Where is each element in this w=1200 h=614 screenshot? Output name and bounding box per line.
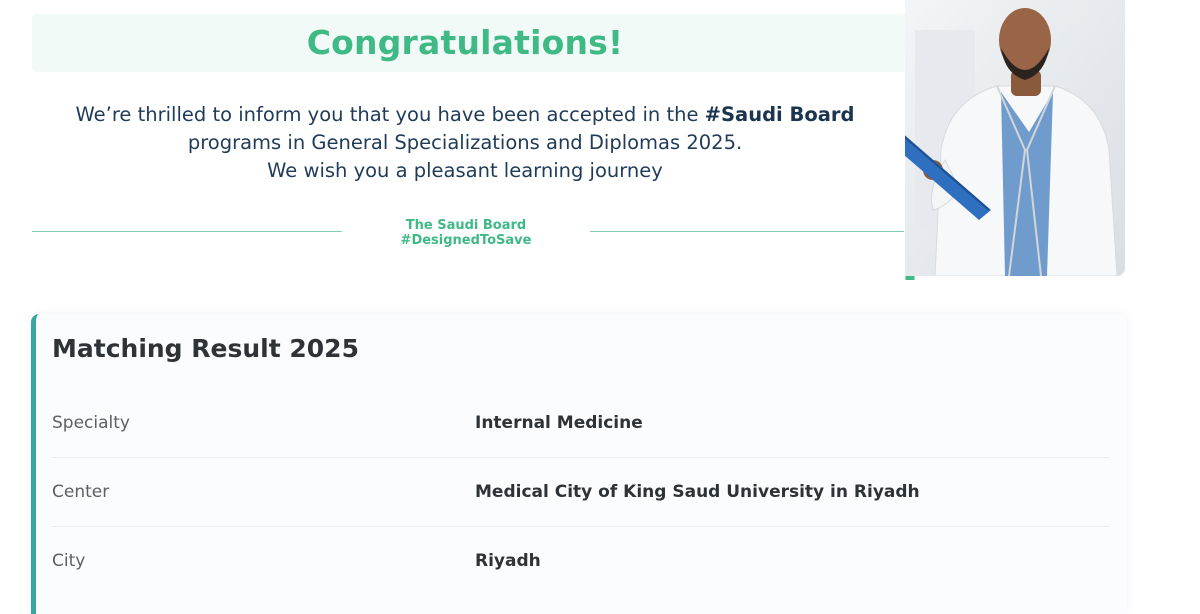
result-row-city: City Riyadh bbox=[52, 527, 1110, 596]
specialty-value: Internal Medicine bbox=[475, 413, 643, 433]
matching-result-title: Matching Result 2025 bbox=[52, 334, 359, 363]
tagline-divider-left bbox=[32, 231, 342, 232]
center-label: Center bbox=[52, 482, 110, 502]
acceptance-message: We’re thrilled to inform you that you ha… bbox=[32, 101, 898, 185]
city-label: City bbox=[52, 551, 86, 571]
message-line-1: We’re thrilled to inform you that you ha… bbox=[32, 101, 898, 129]
specialty-label: Specialty bbox=[52, 413, 130, 433]
center-value: Medical City of King Saud University in … bbox=[475, 482, 920, 502]
result-row-specialty: Specialty Internal Medicine bbox=[52, 389, 1110, 458]
doctor-illustration bbox=[905, 0, 1125, 276]
result-row-center: Center Medical City of King Saud Univers… bbox=[52, 458, 1110, 527]
saudi-board-highlight: #Saudi Board bbox=[704, 103, 855, 126]
tagline-divider-right bbox=[590, 231, 904, 232]
message-line-1-text: We’re thrilled to inform you that you ha… bbox=[75, 103, 705, 126]
congratulations-title: Congratulations! bbox=[306, 23, 624, 62]
matching-result-card: Matching Result 2025 Specialty Internal … bbox=[31, 314, 1127, 614]
doctor-photo bbox=[905, 0, 1125, 276]
message-line-3: We wish you a pleasant learning journey bbox=[267, 159, 663, 182]
tagline: The Saudi Board #DesignedToSave bbox=[400, 218, 532, 248]
tagline-row: The Saudi Board #DesignedToSave bbox=[32, 216, 904, 248]
city-value: Riyadh bbox=[475, 551, 541, 571]
message-line-2: programs in General Specializations and … bbox=[187, 131, 743, 154]
